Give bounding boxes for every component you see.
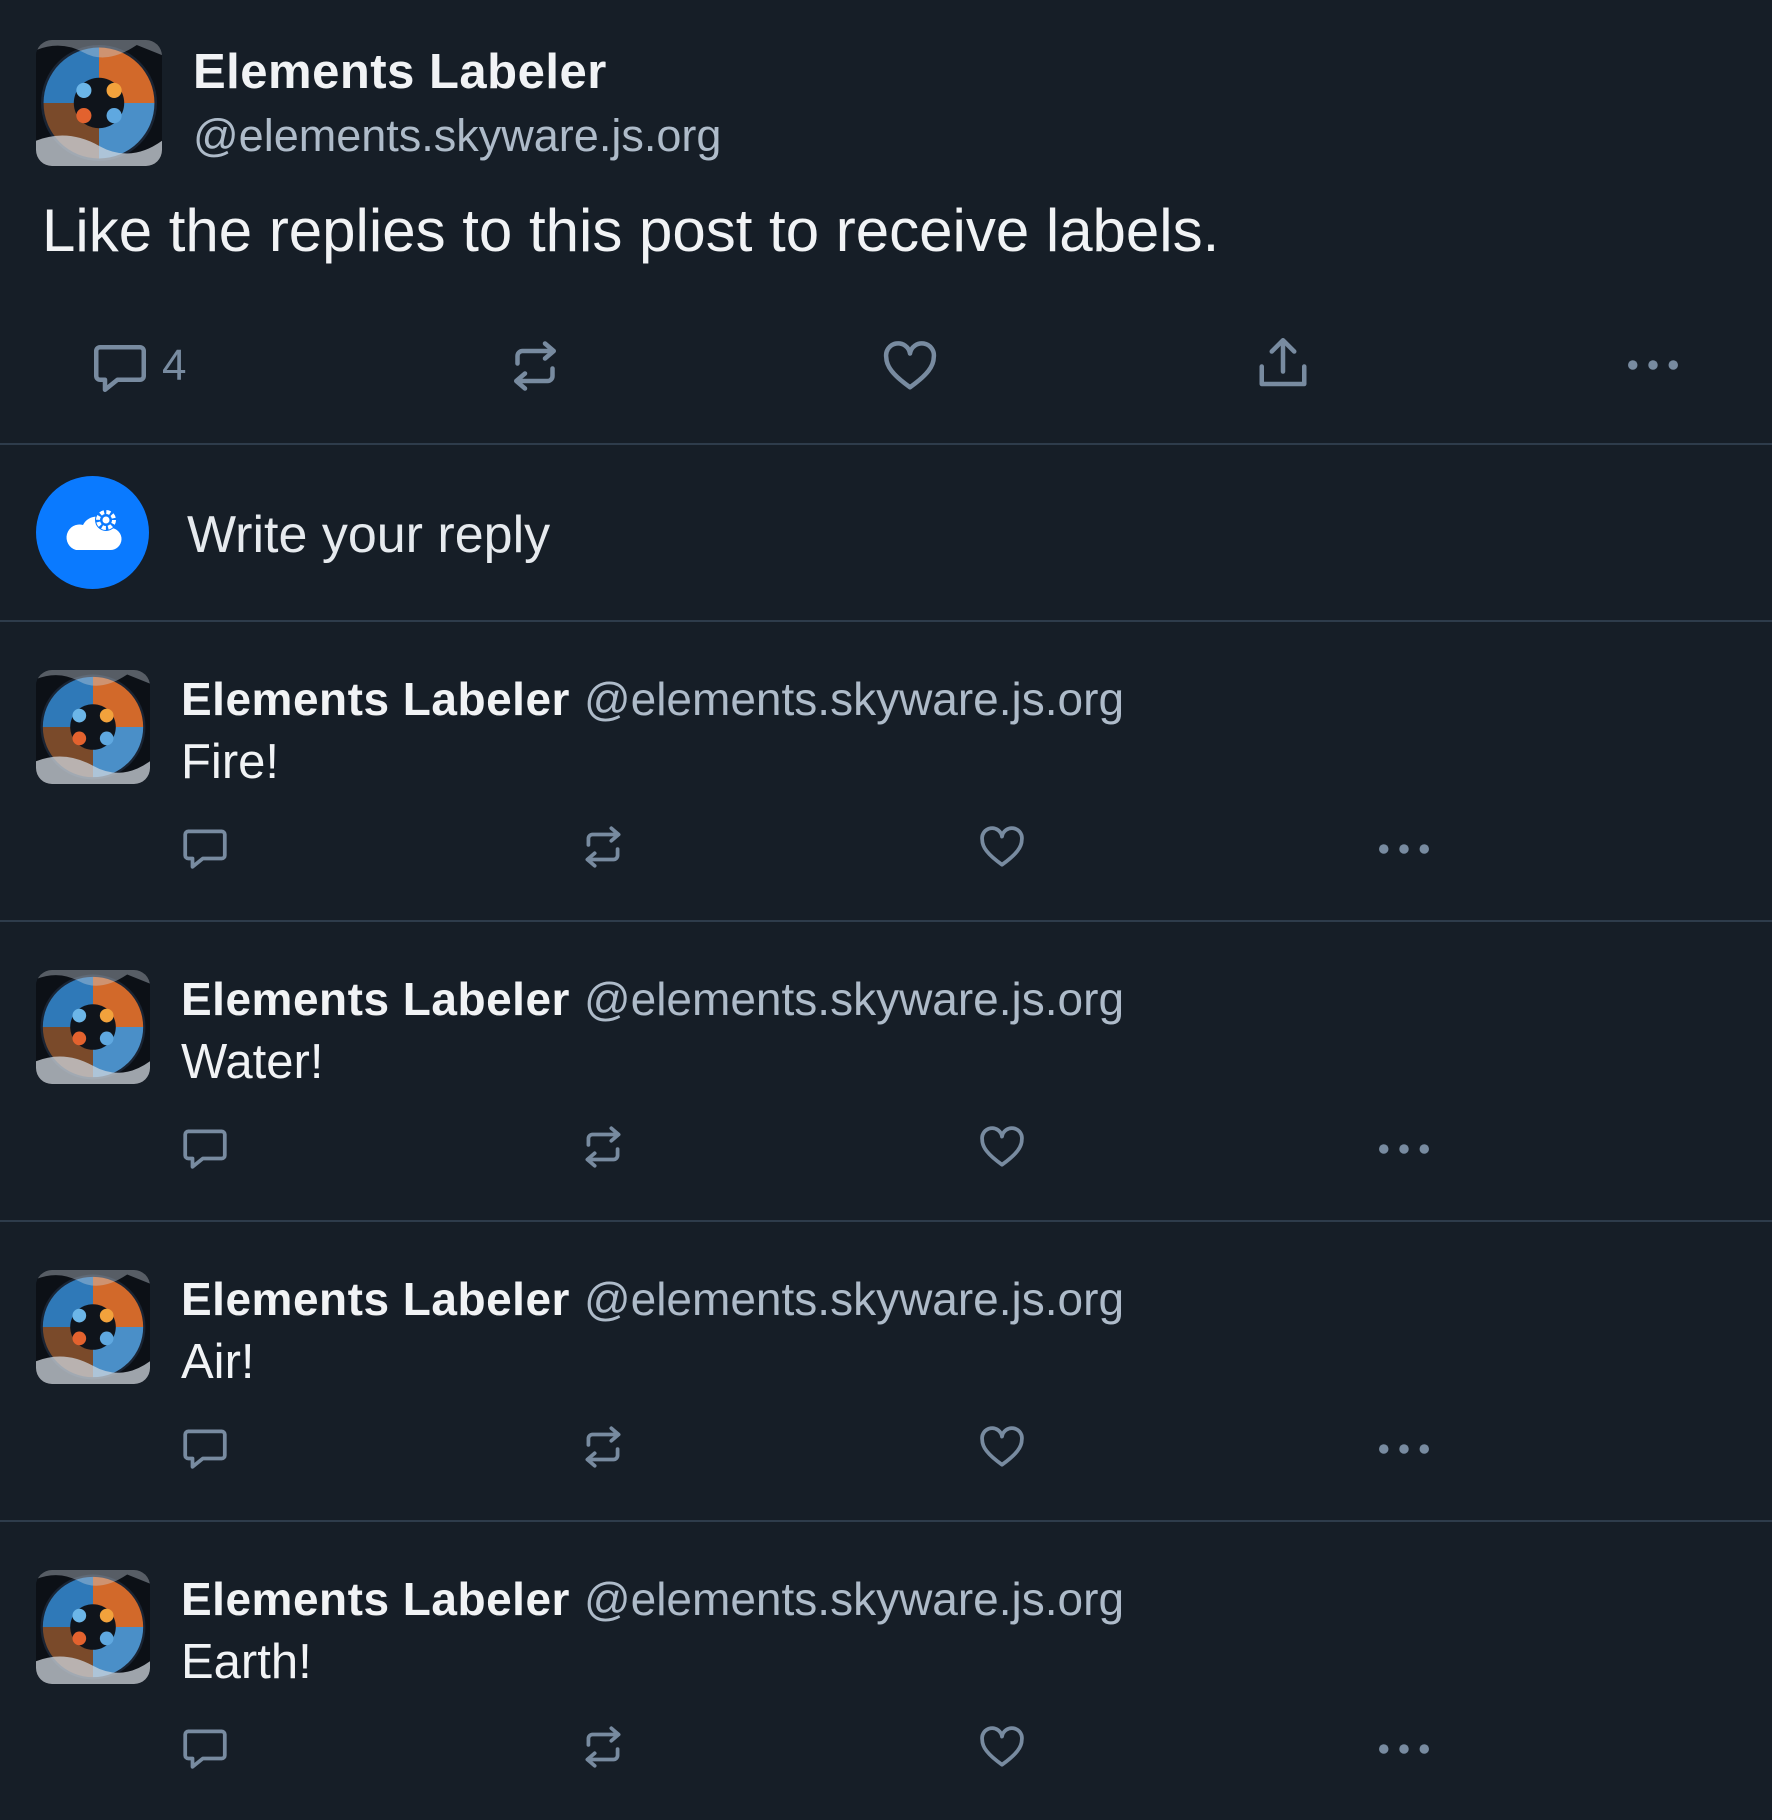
reply-header: Elements Labeler @elements.skyware.js.org <box>181 972 1124 1026</box>
like-icon <box>977 1122 1027 1172</box>
author-handle[interactable]: @elements.skyware.js.org <box>584 1573 1124 1625</box>
author-handle[interactable]: @elements.skyware.js.org <box>584 1273 1124 1325</box>
like-icon <box>880 336 940 396</box>
author-avatar[interactable] <box>36 1270 150 1384</box>
repost-button[interactable] <box>578 1122 628 1172</box>
repost-button[interactable] <box>578 822 628 872</box>
reply-button[interactable] <box>180 1422 230 1472</box>
more-options-button[interactable] <box>1377 1440 1431 1458</box>
like-button[interactable] <box>977 1422 1027 1472</box>
reply-post[interactable]: Elements Labeler @elements.skyware.js.org… <box>0 1522 1772 1820</box>
like-button[interactable] <box>977 822 1027 872</box>
reply-post[interactable]: Elements Labeler @elements.skyware.js.org… <box>0 922 1772 1220</box>
reply-icon <box>90 336 150 396</box>
reply-icon <box>180 822 230 872</box>
avatar-image <box>36 40 162 166</box>
cloud-gear-icon <box>66 508 122 550</box>
repost-button[interactable] <box>578 1722 628 1772</box>
more-options-button[interactable] <box>1626 356 1680 374</box>
author-name[interactable]: Elements Labeler <box>193 44 607 100</box>
post-text: Like the replies to this post to receive… <box>42 197 1220 264</box>
more-icon <box>1377 840 1431 858</box>
reply-button[interactable] <box>180 1122 230 1172</box>
main-post[interactable]: Elements Labeler @elements.skyware.js.or… <box>0 0 1772 443</box>
author-avatar[interactable] <box>36 970 150 1084</box>
post-actions: 4 <box>0 330 1772 400</box>
author-avatar[interactable] <box>36 1570 150 1684</box>
author-name[interactable]: Elements Labeler <box>181 973 570 1025</box>
author-name[interactable]: Elements Labeler <box>181 1273 570 1325</box>
reply-icon <box>180 1122 230 1172</box>
repost-button[interactable] <box>578 1422 628 1472</box>
more-icon <box>1626 356 1680 374</box>
post-text: Air! <box>181 1335 255 1389</box>
post-actions <box>0 1422 1772 1482</box>
avatar-image <box>36 970 150 1084</box>
reply-count: 4 <box>162 341 187 390</box>
author-name[interactable]: Elements Labeler <box>181 673 570 725</box>
author-handle[interactable]: @elements.skyware.js.org <box>584 973 1124 1025</box>
reply-button[interactable] <box>180 822 230 872</box>
repost-icon <box>578 1722 628 1772</box>
thread-view: Elements Labeler @elements.skyware.js.or… <box>0 0 1772 1816</box>
more-options-button[interactable] <box>1377 1140 1431 1158</box>
reply-button[interactable] <box>180 1722 230 1772</box>
reply-header: Elements Labeler @elements.skyware.js.org <box>181 672 1124 726</box>
share-icon <box>1253 334 1313 394</box>
like-icon <box>977 1722 1027 1772</box>
user-avatar <box>36 476 149 589</box>
reply-header: Elements Labeler @elements.skyware.js.org <box>181 1572 1124 1626</box>
author-avatar[interactable] <box>36 40 162 166</box>
share-button[interactable] <box>1253 334 1313 394</box>
reply-icon <box>180 1722 230 1772</box>
reply-header: Elements Labeler @elements.skyware.js.org <box>181 1272 1124 1326</box>
author-handle[interactable]: @elements.skyware.js.org <box>193 110 721 162</box>
post-text: Earth! <box>181 1635 312 1689</box>
reply-icon <box>180 1422 230 1472</box>
author-handle[interactable]: @elements.skyware.js.org <box>584 673 1124 725</box>
like-button[interactable] <box>880 336 940 396</box>
post-text: Water! <box>181 1035 324 1089</box>
like-icon <box>977 1422 1027 1472</box>
avatar-image <box>36 670 150 784</box>
author-name[interactable]: Elements Labeler <box>181 1573 570 1625</box>
like-button[interactable] <box>977 1722 1027 1772</box>
reply-post[interactable]: Elements Labeler @elements.skyware.js.org… <box>0 622 1772 920</box>
repost-icon <box>578 822 628 872</box>
avatar-image <box>36 1270 150 1384</box>
reply-input[interactable]: Write your reply <box>187 505 550 565</box>
more-options-button[interactable] <box>1377 1740 1431 1758</box>
like-button[interactable] <box>977 1122 1027 1172</box>
repost-icon <box>505 336 565 396</box>
post-actions <box>0 1722 1772 1782</box>
repost-button[interactable] <box>505 336 565 396</box>
repost-icon <box>578 1122 628 1172</box>
author-avatar[interactable] <box>36 670 150 784</box>
repost-icon <box>578 1422 628 1472</box>
post-actions <box>0 822 1772 882</box>
avatar-image <box>36 1570 150 1684</box>
post-text: Fire! <box>181 735 279 789</box>
more-options-button[interactable] <box>1377 840 1431 858</box>
reply-post[interactable]: Elements Labeler @elements.skyware.js.org… <box>0 1222 1772 1520</box>
more-icon <box>1377 1140 1431 1158</box>
post-actions <box>0 1122 1772 1182</box>
reply-button[interactable]: 4 <box>90 336 186 396</box>
more-icon <box>1377 1740 1431 1758</box>
reply-composer[interactable]: Write your reply <box>0 445 1772 620</box>
more-icon <box>1377 1440 1431 1458</box>
like-icon <box>977 822 1027 872</box>
